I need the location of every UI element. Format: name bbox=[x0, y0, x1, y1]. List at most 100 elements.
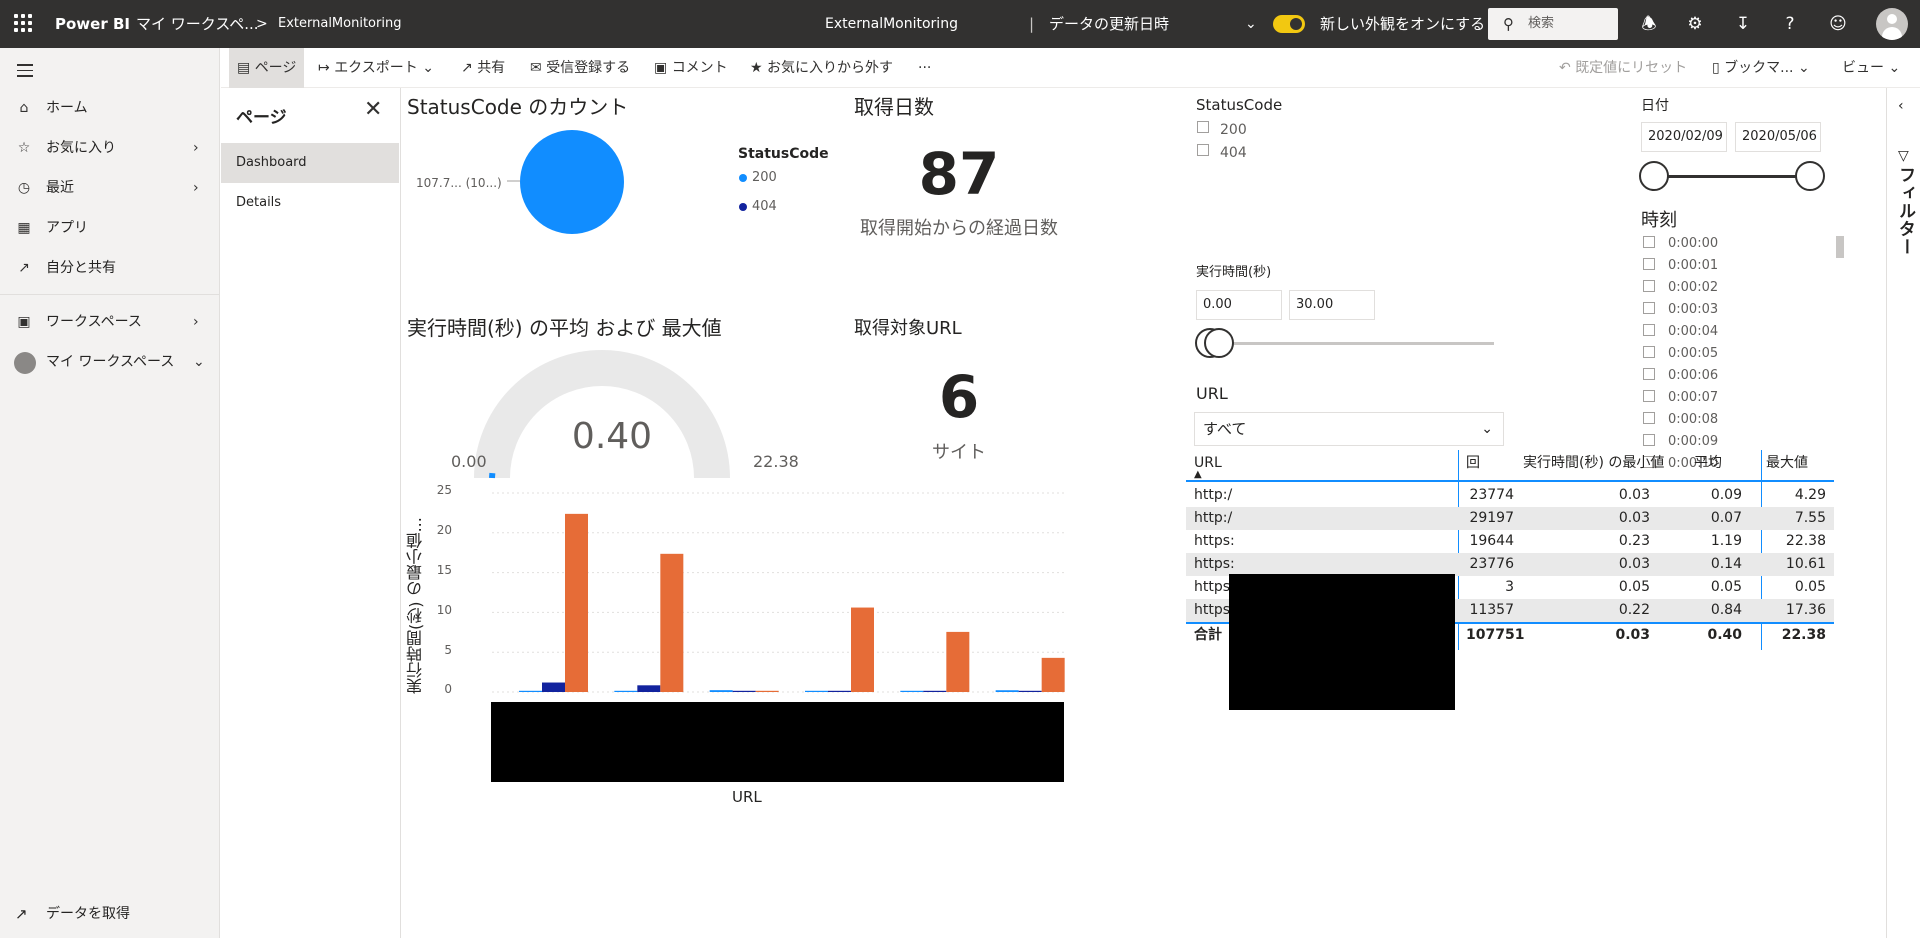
bar-mark[interactable] bbox=[1041, 657, 1065, 692]
bar-mark[interactable] bbox=[805, 690, 828, 692]
status-checkbox-200[interactable] bbox=[1197, 121, 1209, 133]
chevron-down-icon[interactable]: ⌄ bbox=[1245, 0, 1257, 48]
date-slider-end-handle[interactable] bbox=[1795, 161, 1825, 191]
date-to-input[interactable]: 2020/05/06 bbox=[1735, 122, 1821, 152]
date-from-input[interactable]: 2020/02/09 bbox=[1641, 122, 1727, 152]
time-checkbox[interactable] bbox=[1643, 390, 1655, 402]
close-icon[interactable]: ✕ bbox=[364, 97, 382, 122]
breadcrumb-workspace[interactable]: マイ ワークスペ... bbox=[136, 0, 259, 48]
time-checkbox[interactable] bbox=[1643, 368, 1655, 380]
nav-item-favorites[interactable]: ☆ お気に入り › bbox=[0, 130, 220, 166]
search-input[interactable]: ⚲ 検索 bbox=[1488, 8, 1618, 40]
unfavorite-button[interactable]: ★ お気に入りから外す bbox=[750, 48, 893, 88]
exec-min-input[interactable]: 0.00 bbox=[1196, 290, 1282, 320]
share-button[interactable]: ↗ 共有 bbox=[461, 48, 505, 88]
time-option[interactable]: 0:00:09 bbox=[1668, 434, 1718, 449]
status-option-200[interactable]: 200 bbox=[1220, 122, 1247, 138]
exec-max-input[interactable]: 30.00 bbox=[1289, 290, 1375, 320]
nav-item-workspaces[interactable]: ▣ ワークスペース › bbox=[0, 304, 220, 340]
bar-mark[interactable] bbox=[1018, 690, 1042, 692]
bookmark-button[interactable]: ▯ ブックマ... ⌄ bbox=[1712, 48, 1810, 88]
nav-item-recent[interactable]: ◷ 最近 › bbox=[0, 170, 220, 206]
bar-mark[interactable] bbox=[519, 690, 542, 692]
time-option[interactable]: 0:00:08 bbox=[1668, 412, 1718, 427]
url-slicer-dropdown[interactable]: すべて ⌄ bbox=[1194, 412, 1504, 446]
bar-mark[interactable] bbox=[851, 607, 874, 692]
sort-ascending-icon[interactable]: ▲ bbox=[1194, 463, 1202, 486]
nav-item-my-workspace[interactable]: マイ ワークスペース ⌄ bbox=[0, 344, 220, 380]
get-data-button[interactable]: ↗ データを取得 bbox=[0, 896, 220, 932]
status-option-404[interactable]: 404 bbox=[1220, 145, 1247, 161]
bar-mark[interactable] bbox=[542, 682, 565, 692]
bar-mark[interactable] bbox=[732, 690, 756, 692]
time-checkbox[interactable] bbox=[1643, 346, 1655, 358]
pie-legend-200[interactable]: 200 bbox=[752, 170, 777, 185]
time-option[interactable]: 0:00:00 bbox=[1668, 236, 1718, 251]
exec-slider-max-handle[interactable] bbox=[1204, 328, 1234, 358]
chevron-right-icon[interactable]: › bbox=[193, 304, 199, 340]
time-checkbox[interactable] bbox=[1643, 434, 1655, 446]
more-options-button[interactable]: ··· bbox=[918, 48, 931, 88]
bar-mark[interactable] bbox=[614, 690, 638, 692]
comment-button[interactable]: ▣ コメント bbox=[654, 48, 728, 88]
bar-mark[interactable] bbox=[828, 690, 851, 692]
time-checkbox[interactable] bbox=[1643, 324, 1655, 336]
help-icon[interactable]: ? bbox=[1775, 0, 1805, 48]
time-option[interactable]: 0:00:06 bbox=[1668, 368, 1718, 383]
page-tab-dashboard[interactable]: Dashboard bbox=[221, 143, 399, 183]
time-option[interactable]: 0:00:04 bbox=[1668, 324, 1718, 339]
table-header-min[interactable]: 実行時間(秒) の最小値 bbox=[1523, 452, 1664, 475]
exec-slider-track[interactable] bbox=[1198, 342, 1494, 345]
bar-mark[interactable] bbox=[637, 685, 661, 692]
nav-item-shared[interactable]: ↗ 自分と共有 bbox=[0, 250, 220, 286]
time-checkbox[interactable] bbox=[1643, 258, 1655, 270]
bar-mark[interactable] bbox=[709, 690, 733, 692]
nav-item-apps[interactable]: ▦ アプリ bbox=[0, 210, 220, 246]
page-tab-details[interactable]: Details bbox=[221, 183, 399, 223]
bar-mark[interactable] bbox=[995, 690, 1019, 692]
user-avatar[interactable] bbox=[1876, 8, 1908, 40]
bar-mark[interactable] bbox=[755, 690, 779, 692]
time-slicer-scrollbar[interactable] bbox=[1836, 236, 1844, 258]
time-slicer-list[interactable]: 0:00:00 0:00:01 0:00:02 0:00:03 0:00:04 … bbox=[1634, 236, 1834, 468]
status-checkbox-404[interactable] bbox=[1197, 144, 1209, 156]
download-icon[interactable]: ↧ bbox=[1728, 0, 1758, 48]
view-button[interactable]: ビュー ⌄ bbox=[1842, 48, 1900, 88]
bar-mark[interactable] bbox=[660, 553, 684, 692]
reset-defaults-button[interactable]: ↶ 既定値にリセット bbox=[1559, 48, 1687, 88]
time-option[interactable]: 0:00:02 bbox=[1668, 280, 1718, 295]
time-checkbox[interactable] bbox=[1643, 236, 1655, 248]
bell-icon[interactable]: 🕭 bbox=[1634, 0, 1664, 48]
time-checkbox[interactable] bbox=[1643, 302, 1655, 314]
filters-pane[interactable]: ‹ ▽ フィルター bbox=[1886, 88, 1920, 938]
time-checkbox[interactable] bbox=[1643, 412, 1655, 424]
date-slider-track[interactable] bbox=[1654, 175, 1810, 178]
time-option[interactable]: 0:00:05 bbox=[1668, 346, 1718, 361]
chevron-down-icon[interactable]: ⌄ bbox=[193, 344, 205, 380]
app-launcher-icon[interactable] bbox=[14, 14, 32, 32]
export-button[interactable]: ↦ エクスポート ⌄ bbox=[318, 48, 434, 88]
subscribe-button[interactable]: ✉ 受信登録する bbox=[530, 48, 630, 88]
nav-item-home[interactable]: ⌂ ホーム bbox=[0, 90, 220, 126]
date-slider-start-handle[interactable] bbox=[1639, 161, 1669, 191]
pages-button[interactable]: ▤ ページ bbox=[229, 48, 305, 88]
chevron-right-icon[interactable]: › bbox=[193, 130, 199, 166]
time-option[interactable]: 0:00:01 bbox=[1668, 258, 1718, 273]
bar-mark[interactable] bbox=[946, 631, 970, 692]
bar-mark[interactable] bbox=[900, 690, 924, 692]
brand-label[interactable]: Power BI bbox=[55, 0, 130, 48]
chevron-left-icon[interactable]: ‹ bbox=[1898, 98, 1904, 114]
table-header-count[interactable]: 回 bbox=[1466, 452, 1480, 475]
bar-mark[interactable] bbox=[923, 690, 947, 692]
refresh-date-label[interactable]: データの更新日時 bbox=[1049, 0, 1169, 48]
new-look-toggle[interactable] bbox=[1273, 15, 1305, 33]
table-header-max[interactable]: 最大値 bbox=[1766, 452, 1808, 475]
hamburger-menu-icon[interactable] bbox=[17, 64, 33, 81]
time-checkbox[interactable] bbox=[1643, 280, 1655, 292]
breadcrumb-report[interactable]: ExternalMonitoring bbox=[278, 0, 401, 48]
bar-mark[interactable] bbox=[565, 513, 588, 692]
gear-icon[interactable]: ⚙ bbox=[1680, 0, 1710, 48]
feedback-smiley-icon[interactable]: ☺ bbox=[1823, 0, 1853, 48]
time-option[interactable]: 0:00:07 bbox=[1668, 390, 1718, 405]
chevron-right-icon[interactable]: › bbox=[193, 170, 199, 206]
